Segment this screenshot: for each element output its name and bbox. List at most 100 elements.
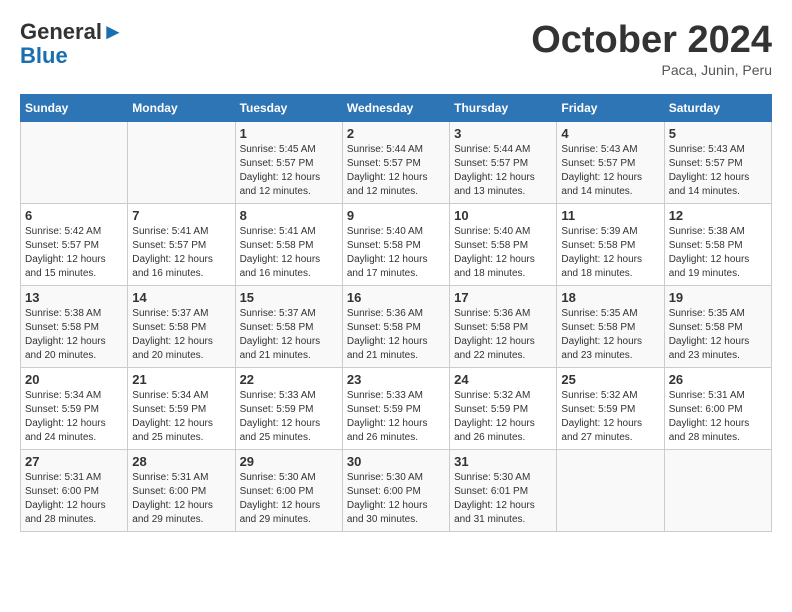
week-row-5: 27 Sunrise: 5:31 AMSunset: 6:00 PMDayligh… <box>21 449 772 531</box>
day-number: 17 <box>454 290 552 305</box>
month-title: October 2024 <box>531 20 772 62</box>
day-number: 3 <box>454 126 552 141</box>
day-number: 22 <box>240 372 338 387</box>
day-info: Sunrise: 5:32 AMSunset: 5:59 PMDaylight:… <box>454 389 552 445</box>
logo: General► Blue <box>20 20 124 68</box>
col-header-sunday: Sunday <box>21 94 128 121</box>
calendar-cell: 6Sunrise: 5:42 AMSunset: 5:57 PMDaylight… <box>21 203 128 285</box>
day-number: 5 <box>669 126 767 141</box>
day-number: 30 <box>347 454 445 469</box>
col-header-tuesday: Tuesday <box>235 94 342 121</box>
calendar-cell: 16Sunrise: 5:36 AMSunset: 5:58 PMDayligh… <box>342 285 449 367</box>
day-info: Sunrise: 5:43 AMSunset: 5:57 PMDaylight:… <box>669 143 767 199</box>
calendar-cell: 29 Sunrise: 5:30 AMSunset: 6:00 PMDayligh… <box>235 449 342 531</box>
calendar-cell: 7 Sunrise: 5:41 AMSunset: 5:57 PMDaylight… <box>128 203 235 285</box>
day-number: 27 <box>25 454 123 469</box>
day-info: Sunrise: 5:33 AMSunset: 5:59 PMDaylight:… <box>240 389 338 445</box>
calendar-cell: 22 Sunrise: 5:33 AMSunset: 5:59 PMDayligh… <box>235 367 342 449</box>
calendar-cell: 27 Sunrise: 5:31 AMSunset: 6:00 PMDayligh… <box>21 449 128 531</box>
day-info: Sunrise: 5:30 AMSunset: 6:00 PMDaylight:… <box>347 471 445 527</box>
day-number: 13 <box>25 290 123 305</box>
calendar-cell: 15Sunrise: 5:37 AMSunset: 5:58 PMDayligh… <box>235 285 342 367</box>
day-number: 28 <box>132 454 230 469</box>
calendar-cell <box>557 449 664 531</box>
day-number: 20 <box>25 372 123 387</box>
day-info: Sunrise: 5:32 AMSunset: 5:59 PMDaylight:… <box>561 389 659 445</box>
day-info: Sunrise: 5:41 AMSunset: 5:57 PMDaylight:… <box>132 225 230 281</box>
calendar-cell: 28 Sunrise: 5:31 AMSunset: 6:00 PMDayligh… <box>128 449 235 531</box>
day-info: Sunrise: 5:39 AMSunset: 5:58 PMDaylight:… <box>561 225 659 281</box>
day-number: 25 <box>561 372 659 387</box>
day-number: 18 <box>561 290 659 305</box>
day-info: Sunrise: 5:37 AMSunset: 5:58 PMDaylight:… <box>132 307 230 363</box>
calendar-cell: 13Sunrise: 5:38 AMSunset: 5:58 PMDayligh… <box>21 285 128 367</box>
day-info: Sunrise: 5:30 AMSunset: 6:01 PMDaylight:… <box>454 471 552 527</box>
title-block: October 2024 Paca, Junin, Peru <box>531 20 772 78</box>
day-info: Sunrise: 5:36 AMSunset: 5:58 PMDaylight:… <box>454 307 552 363</box>
calendar-cell: 5 Sunrise: 5:43 AMSunset: 5:57 PMDaylight… <box>664 121 771 203</box>
day-number: 9 <box>347 208 445 223</box>
col-header-saturday: Saturday <box>664 94 771 121</box>
day-number: 12 <box>669 208 767 223</box>
day-number: 24 <box>454 372 552 387</box>
day-number: 8 <box>240 208 338 223</box>
calendar-cell: 3 Sunrise: 5:44 AMSunset: 5:57 PMDaylight… <box>450 121 557 203</box>
calendar-cell: 8 Sunrise: 5:41 AMSunset: 5:58 PMDaylight… <box>235 203 342 285</box>
page-header: General► Blue October 2024 Paca, Junin, … <box>20 20 772 78</box>
day-info: Sunrise: 5:38 AMSunset: 5:58 PMDaylight:… <box>669 225 767 281</box>
day-info: Sunrise: 5:44 AMSunset: 5:57 PMDaylight:… <box>454 143 552 199</box>
calendar-cell: 25 Sunrise: 5:32 AMSunset: 5:59 PMDayligh… <box>557 367 664 449</box>
day-info: Sunrise: 5:35 AMSunset: 5:58 PMDaylight:… <box>561 307 659 363</box>
day-info: Sunrise: 5:41 AMSunset: 5:58 PMDaylight:… <box>240 225 338 281</box>
day-info: Sunrise: 5:31 AMSunset: 6:00 PMDaylight:… <box>25 471 123 527</box>
calendar-cell: 1Sunrise: 5:45 AMSunset: 5:57 PMDaylight… <box>235 121 342 203</box>
day-number: 11 <box>561 208 659 223</box>
calendar-cell: 12 Sunrise: 5:38 AMSunset: 5:58 PMDayligh… <box>664 203 771 285</box>
col-header-wednesday: Wednesday <box>342 94 449 121</box>
calendar-cell: 26 Sunrise: 5:31 AMSunset: 6:00 PMDayligh… <box>664 367 771 449</box>
calendar-cell: 31 Sunrise: 5:30 AMSunset: 6:01 PMDayligh… <box>450 449 557 531</box>
day-info: Sunrise: 5:34 AMSunset: 5:59 PMDaylight:… <box>132 389 230 445</box>
day-number: 26 <box>669 372 767 387</box>
week-row-1: 1Sunrise: 5:45 AMSunset: 5:57 PMDaylight… <box>21 121 772 203</box>
day-info: Sunrise: 5:44 AMSunset: 5:57 PMDaylight:… <box>347 143 445 199</box>
calendar-cell: 19Sunrise: 5:35 AMSunset: 5:58 PMDayligh… <box>664 285 771 367</box>
day-number: 21 <box>132 372 230 387</box>
logo-general: General <box>20 19 102 44</box>
calendar-cell: 11 Sunrise: 5:39 AMSunset: 5:58 PMDayligh… <box>557 203 664 285</box>
day-number: 29 <box>240 454 338 469</box>
day-number: 31 <box>454 454 552 469</box>
calendar-cell: 23 Sunrise: 5:33 AMSunset: 5:59 PMDayligh… <box>342 367 449 449</box>
calendar-cell: 4Sunrise: 5:43 AMSunset: 5:57 PMDaylight… <box>557 121 664 203</box>
calendar-cell: 24 Sunrise: 5:32 AMSunset: 5:59 PMDayligh… <box>450 367 557 449</box>
day-info: Sunrise: 5:37 AMSunset: 5:58 PMDaylight:… <box>240 307 338 363</box>
day-info: Sunrise: 5:40 AMSunset: 5:58 PMDaylight:… <box>347 225 445 281</box>
day-info: Sunrise: 5:40 AMSunset: 5:58 PMDaylight:… <box>454 225 552 281</box>
calendar-cell: 21 Sunrise: 5:34 AMSunset: 5:59 PMDayligh… <box>128 367 235 449</box>
day-number: 10 <box>454 208 552 223</box>
day-info: Sunrise: 5:31 AMSunset: 6:00 PMDaylight:… <box>669 389 767 445</box>
day-info: Sunrise: 5:33 AMSunset: 5:59 PMDaylight:… <box>347 389 445 445</box>
col-header-monday: Monday <box>128 94 235 121</box>
calendar-cell: 14Sunrise: 5:37 AMSunset: 5:58 PMDayligh… <box>128 285 235 367</box>
day-info: Sunrise: 5:30 AMSunset: 6:00 PMDaylight:… <box>240 471 338 527</box>
day-number: 7 <box>132 208 230 223</box>
calendar-cell <box>21 121 128 203</box>
day-info: Sunrise: 5:34 AMSunset: 5:59 PMDaylight:… <box>25 389 123 445</box>
col-header-friday: Friday <box>557 94 664 121</box>
day-info: Sunrise: 5:45 AMSunset: 5:57 PMDaylight:… <box>240 143 338 199</box>
week-row-3: 13Sunrise: 5:38 AMSunset: 5:58 PMDayligh… <box>21 285 772 367</box>
logo-blue: Blue <box>20 43 68 68</box>
day-number: 2 <box>347 126 445 141</box>
location-subtitle: Paca, Junin, Peru <box>531 62 772 78</box>
day-number: 23 <box>347 372 445 387</box>
day-info: Sunrise: 5:43 AMSunset: 5:57 PMDaylight:… <box>561 143 659 199</box>
calendar-cell <box>664 449 771 531</box>
calendar-table: SundayMondayTuesdayWednesdayThursdayFrid… <box>20 94 772 532</box>
calendar-cell: 9 Sunrise: 5:40 AMSunset: 5:58 PMDaylight… <box>342 203 449 285</box>
day-info: Sunrise: 5:36 AMSunset: 5:58 PMDaylight:… <box>347 307 445 363</box>
logo-text: General► Blue <box>20 20 124 68</box>
calendar-cell: 18 Sunrise: 5:35 AMSunset: 5:58 PMDayligh… <box>557 285 664 367</box>
col-header-thursday: Thursday <box>450 94 557 121</box>
day-info: Sunrise: 5:31 AMSunset: 6:00 PMDaylight:… <box>132 471 230 527</box>
